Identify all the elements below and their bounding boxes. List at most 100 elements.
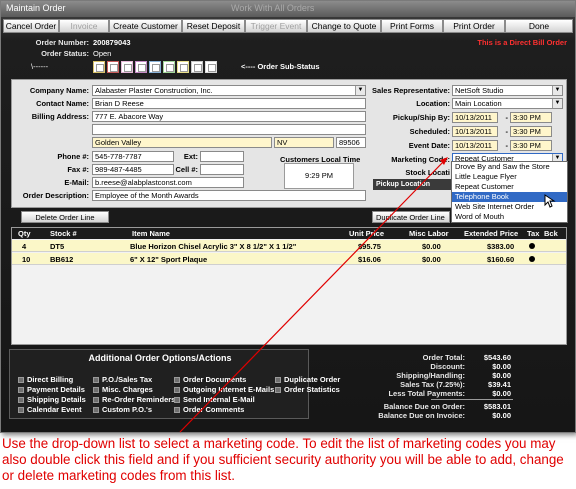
substatus-swatch-8[interactable] xyxy=(191,61,203,73)
marketing-code-dropdown[interactable]: Drove By and Saw the Store Little League… xyxy=(451,161,568,223)
order-description-label: Order Description: xyxy=(22,191,89,200)
checkbox-icon[interactable] xyxy=(174,397,180,404)
create-customer-button[interactable]: Create Customer xyxy=(109,19,182,33)
chevron-down-icon[interactable]: ▼ xyxy=(552,99,562,108)
ext-field[interactable] xyxy=(200,151,244,162)
option-po-sales-tax[interactable]: P.O./Sales Tax xyxy=(93,375,152,384)
row-unit-price: $95.75 xyxy=(358,242,381,251)
tax-bullet-icon xyxy=(529,243,535,249)
substatus-swatch-9[interactable] xyxy=(205,61,217,73)
table-row[interactable]: 4 DT5 Blue Horizon Chisel Acrylic 3" X 8… xyxy=(12,240,566,252)
substatus-swatch-2[interactable] xyxy=(107,61,119,73)
checkbox-icon[interactable] xyxy=(18,377,24,384)
pickup-time-field[interactable]: 3:30 PM xyxy=(510,112,552,123)
trigger-event-button[interactable]: Trigger Event xyxy=(245,19,307,33)
checkbox-icon[interactable] xyxy=(93,377,99,384)
done-button[interactable]: Done xyxy=(505,19,573,33)
checkbox-icon[interactable] xyxy=(275,377,281,384)
delete-order-line-button[interactable]: Delete Order Line xyxy=(21,211,109,223)
email-field[interactable]: b.reese@alabplastconst.com xyxy=(92,177,244,188)
col-unit-price: Unit Price xyxy=(349,229,385,238)
print-order-button[interactable]: Print Order xyxy=(443,19,505,33)
checkbox-icon[interactable] xyxy=(174,407,180,414)
sales-rep-field[interactable]: NetSoft Studio ▼ xyxy=(452,85,563,96)
option-send-internal-email[interactable]: Send Internal E-Mail xyxy=(174,395,255,404)
checkbox-icon[interactable] xyxy=(275,387,281,394)
window-title: Maintain Order xyxy=(6,3,66,13)
print-forms-button[interactable]: Print Forms xyxy=(381,19,443,33)
substatus-swatches xyxy=(93,61,217,73)
substatus-swatch-7[interactable] xyxy=(177,61,189,73)
fax-field[interactable]: 989-487-4485 xyxy=(92,164,174,175)
checkbox-icon[interactable] xyxy=(18,407,24,414)
marketing-option[interactable]: Repeat Customer xyxy=(452,182,567,192)
duplicate-order-line-button[interactable]: Duplicate Order Line xyxy=(372,211,450,223)
marketing-option[interactable]: Drove By and Saw the Store xyxy=(452,162,567,172)
contact-name-label: Contact Name: xyxy=(36,99,89,108)
checkbox-icon[interactable] xyxy=(18,397,24,404)
stock-location-label: Stock Locati xyxy=(405,168,450,177)
mouse-cursor-icon xyxy=(544,194,556,208)
marketing-option[interactable]: Word of Mouth xyxy=(452,212,567,222)
cell-field[interactable] xyxy=(200,164,244,175)
invoice-button[interactable]: Invoice xyxy=(59,19,109,33)
marketing-option[interactable]: Little League Flyer xyxy=(452,172,567,182)
zip-field[interactable]: 89506 xyxy=(336,137,366,148)
event-time-field[interactable]: 3:30 PM xyxy=(510,140,552,151)
checkbox-icon[interactable] xyxy=(174,387,180,394)
option-direct-billing[interactable]: Direct Billing xyxy=(18,375,73,384)
chevron-down-icon[interactable]: ▼ xyxy=(552,86,562,95)
row-unit-price: $16.06 xyxy=(358,255,381,264)
pickup-date-field[interactable]: 10/13/2011 xyxy=(452,112,498,123)
additional-options-title: Additional Order Options/Actions xyxy=(88,353,232,363)
company-name-field[interactable]: Alabaster Plaster Construction, Inc. ▼ xyxy=(92,85,366,96)
address-line1-field[interactable]: 777 E. Abacore Way xyxy=(92,111,366,122)
option-label: Duplicate Order xyxy=(284,375,341,384)
event-date-field[interactable]: 10/13/2011 xyxy=(452,140,498,151)
state-field[interactable]: NV xyxy=(274,137,334,148)
billing-address-label: Billing Address: xyxy=(31,112,89,121)
substatus-swatch-6[interactable] xyxy=(163,61,175,73)
option-shipping-details[interactable]: Shipping Details xyxy=(18,395,86,404)
tax-bullet-icon xyxy=(529,256,535,262)
option-payment-details[interactable]: Payment Details xyxy=(18,385,85,394)
city-field[interactable]: Golden Valley xyxy=(92,137,272,148)
row-stock: BB612 xyxy=(50,255,74,264)
scheduled-time-field[interactable]: 3:30 PM xyxy=(510,126,552,137)
scheduled-date-field[interactable]: 10/13/2011 xyxy=(452,126,498,137)
substatus-swatch-5[interactable] xyxy=(149,61,161,73)
col-stock: Stock # xyxy=(50,229,77,238)
option-order-statistics[interactable]: Order Statistics xyxy=(275,385,340,394)
substatus-swatch-4[interactable] xyxy=(135,61,147,73)
checkbox-icon[interactable] xyxy=(93,397,99,404)
scheduled-label: Scheduled: xyxy=(409,127,450,136)
company-name-value: Alabaster Plaster Construction, Inc. xyxy=(95,86,213,95)
order-description-field[interactable]: Employee of the Month Awards xyxy=(92,190,366,201)
order-number-label: Order Number: xyxy=(35,38,89,47)
substatus-swatch-1[interactable] xyxy=(93,61,105,73)
phone-field[interactable]: 545-778-7787 xyxy=(92,151,174,162)
table-row[interactable]: 10 BB612 6" X 12" Sport Plaque $16.06 $0… xyxy=(12,253,566,265)
reset-deposit-button[interactable]: Reset Deposit xyxy=(182,19,245,33)
checkbox-icon[interactable] xyxy=(18,387,24,394)
change-to-quote-button[interactable]: Change to Quote xyxy=(307,19,381,33)
checkbox-icon[interactable] xyxy=(174,377,180,384)
option-custom-pos[interactable]: Custom P.O.'s xyxy=(93,405,152,414)
option-reorder-reminders[interactable]: Re-Order Reminders xyxy=(93,395,175,404)
option-order-comments[interactable]: Order Comments xyxy=(174,405,244,414)
option-order-documents[interactable]: Order Documents xyxy=(174,375,246,384)
substatus-swatch-3[interactable] xyxy=(121,61,133,73)
contact-name-field[interactable]: Brian D Reese xyxy=(92,98,366,109)
chevron-down-icon[interactable]: ▼ xyxy=(355,86,365,95)
pickup-location-header: Pickup Location xyxy=(373,179,451,190)
location-field[interactable]: Main Location ▼ xyxy=(452,98,563,109)
cancel-order-button[interactable]: Cancel Order xyxy=(3,19,59,33)
option-duplicate-order[interactable]: Duplicate Order xyxy=(275,375,340,384)
option-outgoing-emails[interactable]: Outgoing Internet E-Mails xyxy=(174,385,274,394)
address-line2-field[interactable] xyxy=(92,124,366,135)
option-misc-charges[interactable]: Misc. Charges xyxy=(93,385,153,394)
company-name-label: Company Name: xyxy=(29,86,89,95)
option-calendar-event[interactable]: Calendar Event xyxy=(18,405,82,414)
checkbox-icon[interactable] xyxy=(93,387,99,394)
checkbox-icon[interactable] xyxy=(93,407,99,414)
